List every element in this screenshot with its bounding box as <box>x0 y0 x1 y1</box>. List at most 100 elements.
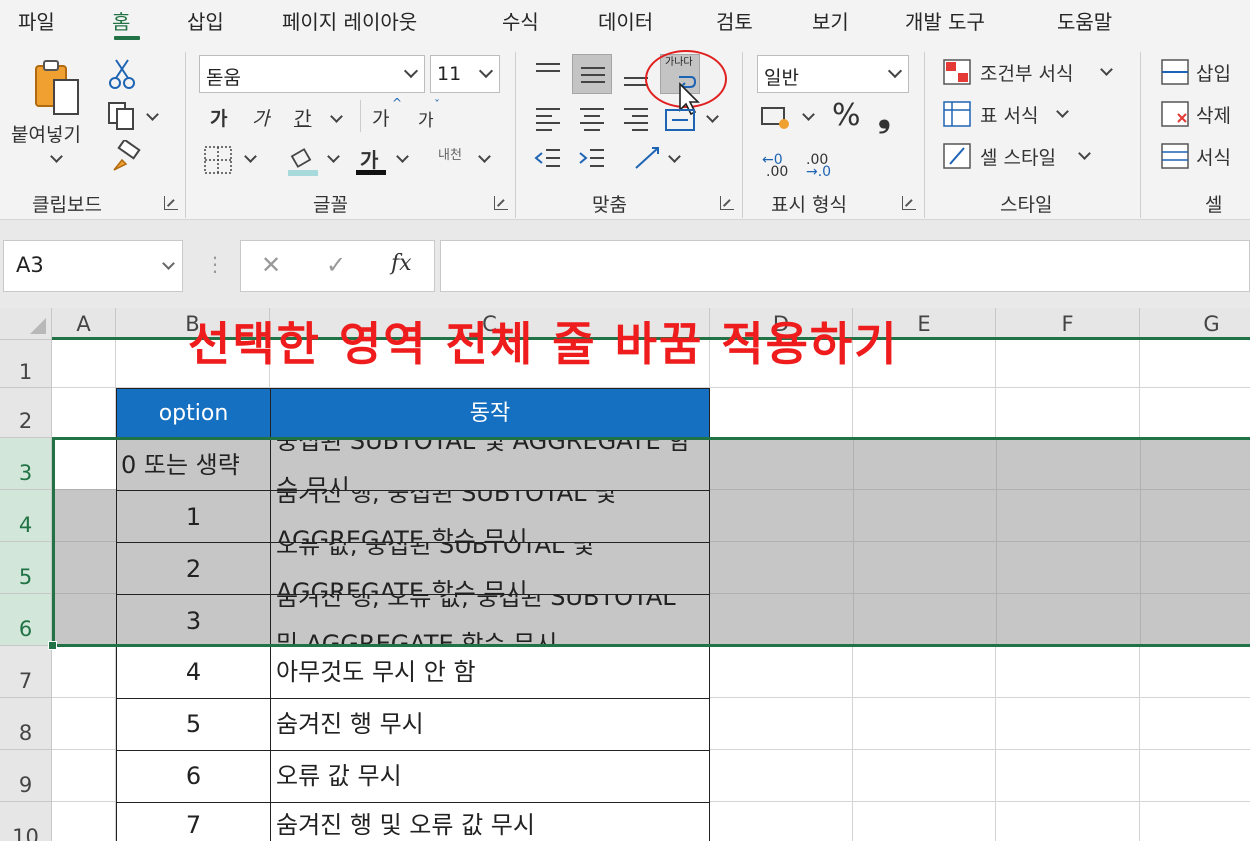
conditional-format-icon[interactable] <box>942 58 972 86</box>
phonetic-button[interactable]: 내천 <box>438 144 462 163</box>
row-header-7[interactable]: 7 <box>0 646 52 698</box>
row-header-1[interactable]: 1 <box>0 340 52 388</box>
border-dropdown-icon[interactable] <box>244 150 257 163</box>
table-cell-action[interactable]: 오류 값 무시 <box>270 750 710 803</box>
cell-a3-active[interactable] <box>52 438 116 490</box>
cell-g8[interactable] <box>1140 698 1250 750</box>
phonetic-dropdown-icon[interactable] <box>478 150 491 163</box>
table-cell-action[interactable]: 오류 값, 중첩된 SUBTOTAL 및 AGGREGATE 함수 무시 <box>270 542 710 595</box>
merge-center-icon[interactable] <box>664 104 698 134</box>
table-cell-action[interactable]: 숨겨진 행 무시 <box>270 698 710 751</box>
fill-color-icon[interactable] <box>286 144 320 178</box>
cell-style-button[interactable]: 셀 스타일 <box>980 143 1056 170</box>
align-center-icon[interactable] <box>578 104 606 132</box>
copy-dropdown-icon[interactable] <box>146 108 159 121</box>
fill-handle[interactable] <box>48 641 57 650</box>
table-cell-action[interactable]: 숨겨진 행, 오류 값, 중첩된 SUBTOTAL 및 AGGREGATE 함수… <box>270 594 710 647</box>
cell-e8[interactable] <box>853 698 996 750</box>
comma-button[interactable]: ❟ <box>878 96 891 135</box>
name-box[interactable]: A3 <box>3 240 183 292</box>
cell-a8[interactable] <box>52 698 116 750</box>
cell-d7[interactable] <box>710 646 853 698</box>
table-header-option[interactable]: option <box>116 388 271 439</box>
percent-button[interactable]: % <box>832 98 861 133</box>
table-cell-option[interactable]: 6 <box>116 750 271 803</box>
cell-a1[interactable] <box>52 340 116 388</box>
cell-e7[interactable] <box>853 646 996 698</box>
select-all-corner[interactable] <box>0 308 52 340</box>
row-header-4[interactable]: 4 <box>0 490 52 542</box>
clipboard-launcher-icon[interactable] <box>164 196 178 210</box>
tab-developer[interactable]: 개발 도구 <box>905 6 985 35</box>
cell-d9[interactable] <box>710 750 853 802</box>
tab-help[interactable]: 도움말 <box>1057 6 1112 35</box>
tab-review[interactable]: 검토 <box>716 6 753 35</box>
column-header-a[interactable]: A <box>52 308 116 340</box>
table-cell-action[interactable]: 숨겨진 행, 중첩된 SUBTOTAL 및 AGGREGATE 함수 무시 <box>270 490 710 543</box>
cell-e2[interactable] <box>853 388 996 438</box>
underline-button[interactable]: 간 <box>294 104 311 131</box>
copy-icon[interactable] <box>106 100 140 132</box>
table-cell-option[interactable]: 0 또는 생략 <box>116 438 271 491</box>
cell-e10[interactable] <box>853 802 996 841</box>
row-header-5[interactable]: 5 <box>0 542 52 594</box>
cell-g9[interactable] <box>1140 750 1250 802</box>
number-launcher-icon[interactable] <box>902 196 916 210</box>
cell-a9[interactable] <box>52 750 116 802</box>
paste-button[interactable] <box>30 58 82 122</box>
row-header-10[interactable]: 10 <box>0 802 52 841</box>
cell-style-icon[interactable] <box>942 142 972 170</box>
column-header-g[interactable]: G <box>1140 308 1250 340</box>
cell-f10[interactable] <box>996 802 1140 841</box>
cell-f7[interactable] <box>996 646 1140 698</box>
table-cell-action[interactable]: 중첩된 SUBTOTAL 및 AGGREGATE 함수 무시 <box>270 438 710 491</box>
table-cell-option[interactable]: 5 <box>116 698 271 751</box>
decrease-indent-icon[interactable] <box>534 146 562 174</box>
align-middle-button[interactable] <box>572 54 612 94</box>
font-launcher-icon[interactable] <box>494 196 508 210</box>
tab-file[interactable]: 파일 <box>18 6 55 35</box>
cut-icon[interactable] <box>108 56 136 90</box>
worksheet-grid[interactable]: A B C D E F G 1 2 3 4 5 6 7 8 9 10 optio… <box>0 308 1250 841</box>
accounting-format-icon[interactable] <box>760 102 794 132</box>
row-header-2[interactable]: 2 <box>0 388 52 438</box>
format-painter-icon[interactable] <box>108 140 142 174</box>
number-format-select[interactable]: 일반 <box>757 55 909 93</box>
accounting-dropdown-icon[interactable] <box>802 108 815 121</box>
format-cells-button[interactable]: 서식 <box>1196 143 1231 170</box>
cell-f2[interactable] <box>996 388 1140 438</box>
underline-dropdown-icon[interactable] <box>330 110 343 123</box>
border-icon[interactable] <box>202 144 234 176</box>
table-cell-option[interactable]: 1 <box>116 490 271 543</box>
merge-dropdown-icon[interactable] <box>706 110 719 123</box>
delete-cells-icon[interactable] <box>1160 100 1190 128</box>
cell-style-dropdown-icon[interactable] <box>1078 147 1091 160</box>
cell-g7[interactable] <box>1140 646 1250 698</box>
cell-f9[interactable] <box>996 750 1140 802</box>
table-cell-option[interactable]: 3 <box>116 594 271 647</box>
cancel-icon[interactable]: ✕ <box>261 251 281 279</box>
table-format-button[interactable]: 표 서식 <box>980 101 1038 128</box>
font-color-button[interactable]: 가 <box>360 144 378 173</box>
cell-a2[interactable] <box>52 388 116 438</box>
conditional-format-button[interactable]: 조건부 서식 <box>980 59 1073 86</box>
italic-button[interactable]: 가 <box>252 104 269 131</box>
cell-g10[interactable] <box>1140 802 1250 841</box>
name-box-dropdown-icon[interactable] <box>162 257 175 270</box>
table-cell-option[interactable]: 7 <box>116 802 271 841</box>
font-color-dropdown-icon[interactable] <box>396 150 409 163</box>
paste-label[interactable]: 붙여넣기 <box>11 120 81 147</box>
delete-cells-button[interactable]: 삭제 <box>1196 101 1231 128</box>
increase-indent-icon[interactable] <box>578 146 606 174</box>
cell-d8[interactable] <box>710 698 853 750</box>
cell-a10[interactable] <box>52 802 116 841</box>
table-format-dropdown-icon[interactable] <box>1056 105 1069 118</box>
paste-dropdown-icon[interactable] <box>50 150 63 163</box>
cell-d2[interactable] <box>710 388 853 438</box>
tab-data[interactable]: 데이터 <box>598 6 653 35</box>
formula-input[interactable] <box>440 240 1250 292</box>
tab-page-layout[interactable]: 페이지 레이아웃 <box>282 6 417 35</box>
bold-button[interactable]: 가 <box>210 104 227 131</box>
align-right-icon[interactable] <box>622 104 650 132</box>
format-cells-icon[interactable] <box>1160 142 1190 170</box>
